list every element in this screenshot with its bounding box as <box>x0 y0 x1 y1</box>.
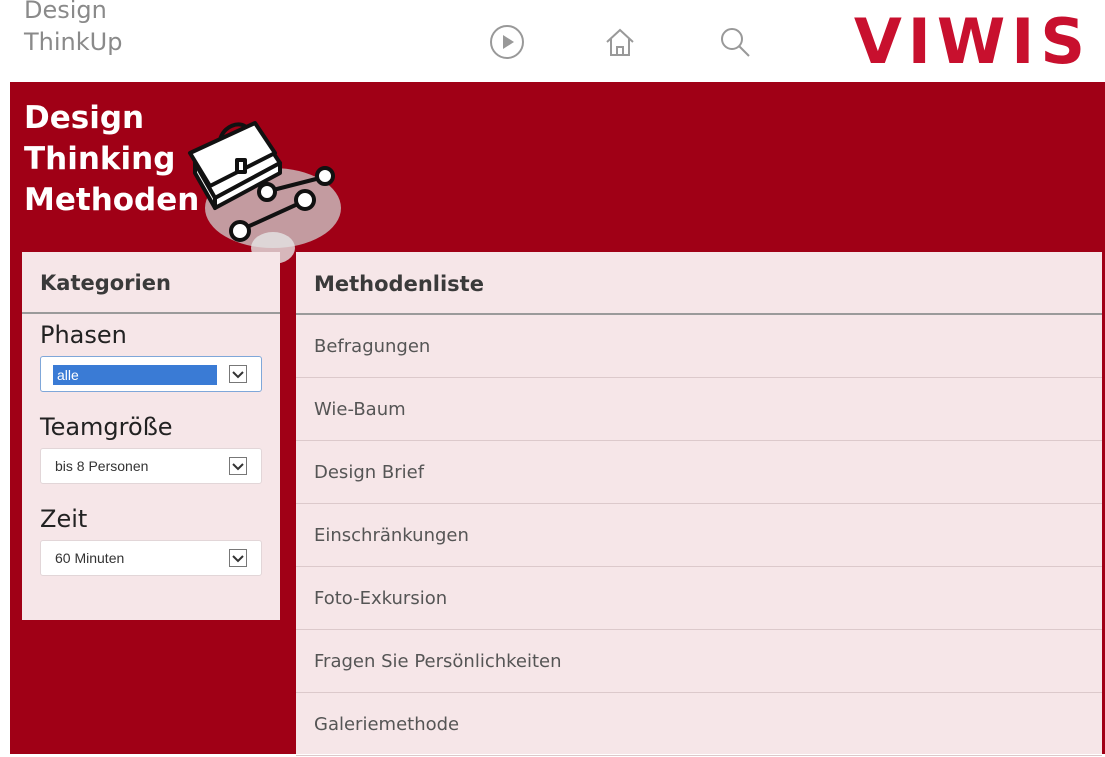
play-circle-icon[interactable] <box>487 22 527 62</box>
teamgroesse-select[interactable]: bis 8 Personen <box>40 448 262 484</box>
method-item-fragen-persoenlichkeiten[interactable]: Fragen Sie Persönlichkeiten <box>296 630 1102 693</box>
method-item-wie-baum[interactable]: Wie-Baum <box>296 378 1102 441</box>
home-icon[interactable] <box>600 22 640 62</box>
page-title: Design Thinking Methoden <box>24 98 199 221</box>
phasen-select[interactable]: alle <box>40 356 262 392</box>
filter-label-teamgroesse: Teamgröße <box>40 413 173 441</box>
method-item-befragungen[interactable]: Befragungen <box>296 315 1102 378</box>
chevron-down-icon[interactable] <box>229 457 247 475</box>
top-bar: Design ThinkUp VIWIS <box>0 0 1105 82</box>
teamgroesse-select-value: bis 8 Personen <box>55 458 149 474</box>
page-title-line1: Design <box>24 100 145 136</box>
filter-label-zeit: Zeit <box>40 505 88 533</box>
brand-logo: VIWIS <box>854 6 1091 78</box>
app-title: Design ThinkUp <box>24 0 123 58</box>
page-title-line2: Thinking <box>24 141 176 177</box>
chevron-down-icon[interactable] <box>229 365 247 383</box>
app-title-line2: ThinkUp <box>24 28 123 56</box>
method-item-galeriemethode[interactable]: Galeriemethode <box>296 693 1102 756</box>
search-icon[interactable] <box>715 22 755 62</box>
method-item-foto-exkursion[interactable]: Foto-Exkursion <box>296 567 1102 630</box>
app-title-line1: Design <box>24 0 107 24</box>
toolbox-wrenches-icon <box>185 108 350 268</box>
method-list-panel: Methodenliste Befragungen Wie-Baum Desig… <box>296 252 1102 756</box>
method-item-design-brief[interactable]: Design Brief <box>296 441 1102 504</box>
category-sidebar: Kategorien Phasen alle Teamgröße bis 8 P… <box>22 252 280 620</box>
phasen-select-value: alle <box>53 365 217 385</box>
zeit-select[interactable]: 60 Minuten <box>40 540 262 576</box>
method-list-header: Methodenliste <box>296 252 1102 315</box>
page-title-line3: Methoden <box>24 182 200 218</box>
chevron-down-icon[interactable] <box>229 549 247 567</box>
sidebar-header: Kategorien <box>22 252 280 314</box>
zeit-select-value: 60 Minuten <box>55 550 125 566</box>
filter-label-phasen: Phasen <box>40 321 127 349</box>
method-item-einschraenkungen[interactable]: Einschränkungen <box>296 504 1102 567</box>
brand-text: VIWIS <box>853 5 1091 78</box>
